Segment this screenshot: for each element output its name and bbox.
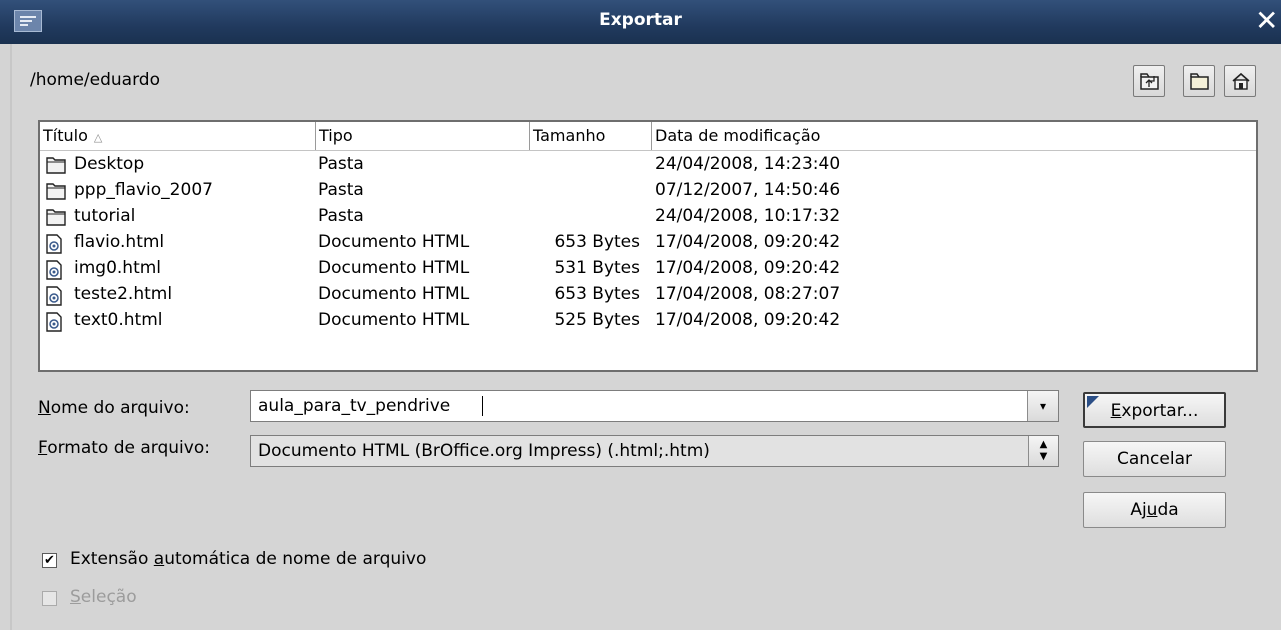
- file-name: text0.html: [74, 310, 163, 330]
- help-button[interactable]: Ajuda: [1083, 492, 1226, 528]
- file-date: 17/04/2008, 08:27:07: [655, 284, 841, 304]
- file-date: 17/04/2008, 09:20:42: [655, 232, 841, 252]
- file-date: 24/04/2008, 10:17:32: [655, 206, 841, 226]
- file-date: 24/04/2008, 14:23:40: [655, 154, 841, 174]
- auto-extension-checkbox[interactable]: ✔: [42, 553, 57, 568]
- checkmark-icon: ✔: [44, 553, 55, 568]
- folder-icon: [46, 183, 66, 200]
- file-type: Documento HTML: [318, 284, 470, 304]
- folder-icon: [46, 157, 66, 174]
- file-type: Pasta: [318, 206, 364, 226]
- column-size[interactable]: Tamanho: [530, 122, 652, 150]
- file-name: flavio.html: [74, 232, 165, 252]
- column-title-label: Título: [43, 126, 88, 145]
- format-value: Documento HTML (BrOffice.org Impress) (.…: [258, 441, 710, 461]
- file-type: Pasta: [318, 154, 364, 174]
- sort-ascending-icon: △: [93, 131, 103, 144]
- new-folder-icon: [1190, 73, 1209, 90]
- file-size: 525 Bytes: [554, 310, 640, 330]
- file-size: 653 Bytes: [554, 284, 640, 304]
- file-row[interactable]: text0.html Documento HTML 525 Bytes 17/04/2…: [40, 308, 1256, 334]
- file-size: 653 Bytes: [554, 232, 640, 252]
- chevron-down-icon: ▾: [1039, 399, 1047, 413]
- html-file-icon: [46, 234, 62, 254]
- filename-input[interactable]: aula_para_tv_pendrive: [258, 396, 450, 416]
- html-file-icon: [46, 260, 62, 280]
- file-name: teste2.html: [74, 284, 173, 304]
- column-date[interactable]: Data de modificação: [652, 122, 1256, 150]
- html-file-icon: [46, 286, 62, 306]
- close-icon[interactable]: ✕: [1255, 6, 1281, 36]
- format-spinner-button[interactable]: ▲ ▼: [1028, 436, 1058, 466]
- current-path: /home/eduardo: [30, 70, 160, 90]
- filename-dropdown-button[interactable]: ▾: [1027, 391, 1058, 421]
- file-name: ppp_flavio_2007: [74, 180, 213, 200]
- file-type: Documento HTML: [318, 310, 470, 330]
- file-row[interactable]: tutorial Pasta 24/04/2008, 10:17:32: [40, 204, 1256, 230]
- file-list[interactable]: Título △ Tipo Tamanho Data de modificação…: [38, 120, 1258, 372]
- title-bar: Exportar ✕: [0, 0, 1281, 44]
- folder-up-button[interactable]: [1133, 65, 1165, 97]
- home-button[interactable]: [1224, 65, 1256, 97]
- chevron-up-icon: ▲: [1039, 439, 1048, 450]
- home-icon: [1232, 72, 1250, 90]
- file-date: 17/04/2008, 09:20:42: [655, 258, 841, 278]
- file-list-header: Título △ Tipo Tamanho Data de modificação: [40, 122, 1256, 151]
- format-label: Formato de arquivo:: [38, 438, 210, 458]
- selection-checkbox[interactable]: [42, 591, 57, 606]
- file-name: tutorial: [74, 206, 136, 226]
- filename-combobox[interactable]: aula_para_tv_pendrive ▾: [250, 390, 1059, 422]
- selection-label: Seleção: [70, 587, 137, 607]
- column-type[interactable]: Tipo: [316, 122, 530, 150]
- file-type: Pasta: [318, 180, 364, 200]
- file-date: 17/04/2008, 09:20:42: [655, 310, 841, 330]
- text-cursor: [482, 396, 483, 416]
- new-folder-button[interactable]: [1183, 65, 1215, 97]
- file-row[interactable]: img0.html Documento HTML 531 Bytes 17/04/20…: [40, 256, 1256, 282]
- file-name: img0.html: [74, 258, 162, 278]
- format-select[interactable]: Documento HTML (BrOffice.org Impress) (.…: [250, 435, 1059, 467]
- default-indicator-icon: [1087, 396, 1099, 408]
- file-row[interactable]: ppp_flavio_2007 Pasta 07/12/2007, 14:50:46: [40, 178, 1256, 204]
- file-type: Documento HTML: [318, 232, 470, 252]
- filename-label: Nome do arquivo:: [38, 398, 190, 418]
- file-row[interactable]: flavio.html Documento HTML 653 Bytes 17/04/…: [40, 230, 1256, 256]
- export-button[interactable]: Exportar...: [1083, 392, 1226, 428]
- file-type: Documento HTML: [318, 258, 470, 278]
- file-row[interactable]: Desktop Pasta 24/04/2008, 14:23:40: [40, 152, 1256, 178]
- chevron-down-icon: ▼: [1039, 451, 1048, 462]
- folder-up-icon: [1140, 73, 1159, 90]
- folder-icon: [46, 209, 66, 226]
- column-title[interactable]: Título △: [40, 122, 316, 150]
- file-row[interactable]: teste2.html Documento HTML 653 Bytes 17/04/…: [40, 282, 1256, 308]
- cancel-button[interactable]: Cancelar: [1083, 441, 1226, 477]
- auto-extension-label: Extensão automática de nome de arquivo: [70, 549, 427, 569]
- file-size: 531 Bytes: [554, 258, 640, 278]
- window-title: Exportar: [599, 10, 682, 30]
- file-date: 07/12/2007, 14:50:46: [655, 180, 841, 200]
- file-name: Desktop: [74, 154, 145, 174]
- html-file-icon: [46, 312, 62, 332]
